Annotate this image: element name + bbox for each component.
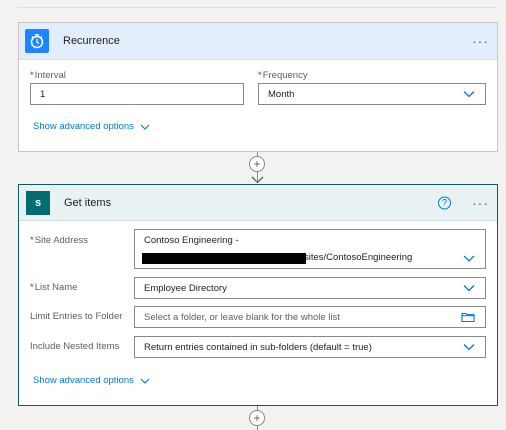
chevron-down-icon	[463, 91, 475, 98]
interval-input[interactable]: 1	[30, 83, 244, 105]
insert-step-button[interactable]: +	[249, 156, 265, 172]
redaction-bar	[142, 253, 306, 264]
show-advanced-options-link[interactable]: Show advanced options	[33, 121, 150, 132]
nested-items-select[interactable]: Return entries contained in sub-folders …	[134, 336, 486, 358]
insert-step-button[interactable]: +	[249, 410, 265, 426]
connector-line	[257, 426, 258, 430]
recurrence-card: Recurrence ··· *Interval 1 *Frequency Mo…	[18, 22, 498, 152]
frequency-label: *Frequency	[258, 70, 308, 81]
chevron-down-icon	[140, 378, 150, 384]
recurrence-header[interactable]: Recurrence ···	[19, 23, 497, 60]
more-options-icon[interactable]: ···	[472, 196, 489, 210]
chevron-down-icon	[463, 285, 475, 292]
frequency-value: Month	[268, 88, 295, 100]
list-name-select[interactable]: Employee Directory	[134, 277, 486, 299]
chevron-down-icon	[463, 344, 475, 351]
interval-label: *Interval	[30, 70, 66, 81]
frequency-select[interactable]: Month	[258, 83, 486, 105]
limit-folder-input[interactable]: Select a folder, or leave blank for the …	[134, 306, 486, 328]
folder-icon[interactable]	[461, 312, 475, 323]
nested-items-value: Return entries contained in sub-folders …	[144, 341, 372, 353]
list-name-value: Employee Directory	[144, 282, 227, 294]
more-options-icon[interactable]: ···	[472, 34, 489, 48]
recurrence-title: Recurrence	[63, 35, 120, 47]
nested-items-label: Include Nested Items	[30, 341, 120, 352]
show-advanced-options-link[interactable]: Show advanced options	[33, 375, 150, 386]
interval-value: 1	[40, 88, 46, 100]
limit-folder-label: Limit Entries to Folder	[30, 311, 123, 322]
get-items-card: s Get items ? ··· *Site Address Contoso …	[18, 184, 498, 406]
top-edge	[18, 0, 498, 8]
list-name-label: *List Name	[30, 282, 78, 293]
get-items-header[interactable]: s Get items ? ···	[19, 185, 497, 221]
chevron-down-icon	[140, 124, 150, 130]
site-address-line1: Contoso Engineering -	[144, 235, 239, 246]
chevron-down-icon	[463, 255, 475, 262]
get-items-title: Get items	[64, 196, 112, 209]
sharepoint-icon: s	[26, 190, 50, 215]
clock-icon	[25, 29, 49, 53]
site-address-label: *Site Address	[30, 235, 89, 246]
arrow-down-icon	[251, 176, 264, 184]
help-icon[interactable]: ?	[438, 196, 451, 209]
limit-folder-placeholder: Select a folder, or leave blank for the …	[144, 311, 340, 323]
